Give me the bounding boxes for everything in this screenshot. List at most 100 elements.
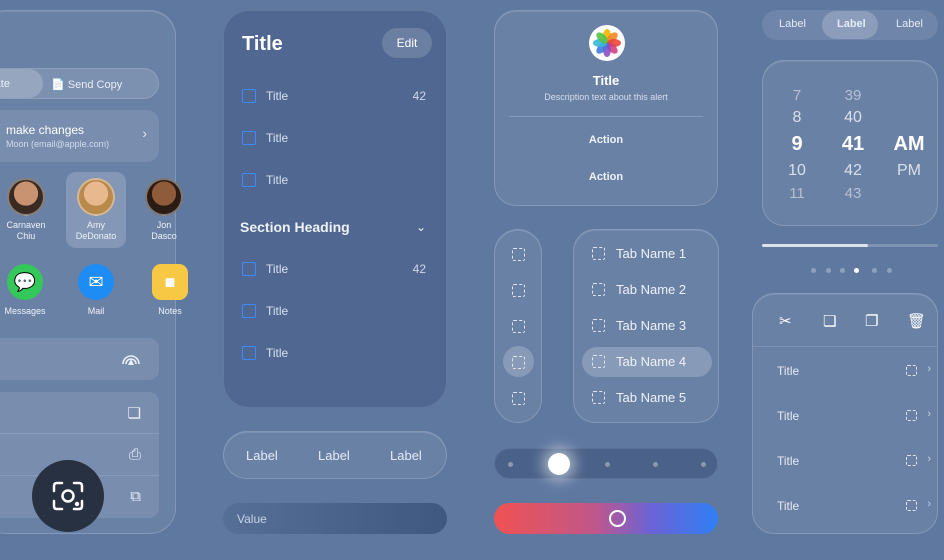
list-item-label: Title	[266, 173, 289, 187]
collaboration-row[interactable]: make changes Moon (email@apple.com) ›	[0, 110, 159, 162]
tab-1[interactable]: Tab Name 1	[582, 239, 712, 269]
slider-thumb[interactable]	[548, 453, 570, 475]
segment-label-1[interactable]: Label	[779, 18, 806, 30]
segment-label-1[interactable]: Label	[246, 448, 278, 463]
checkbox[interactable]	[242, 346, 256, 360]
list-item-count: 42	[412, 262, 426, 276]
person-jon[interactable]: Jon Dasco	[134, 172, 194, 248]
minute-value: 39	[844, 87, 862, 104]
section-heading[interactable]: Section Heading	[240, 219, 350, 235]
checkbox[interactable]	[242, 173, 256, 187]
slider-step-dot	[701, 462, 706, 467]
chevron-down-icon[interactable]: ⌄	[416, 220, 426, 234]
tab-5[interactable]: Tab Name 5	[582, 383, 712, 413]
list-item[interactable]: Title	[242, 128, 432, 148]
collaborate-segment-label: rate	[0, 78, 10, 90]
list-item-count: 42	[412, 89, 426, 103]
avatar	[7, 178, 45, 216]
top-segmented-control: Label Label Label	[762, 10, 938, 40]
copy-icon: ❏	[127, 405, 141, 422]
placeholder-icon	[592, 247, 605, 260]
placeholder-icon	[906, 455, 917, 466]
page-dot[interactable]	[826, 268, 831, 273]
value-placeholder: Value	[237, 512, 267, 526]
value-field[interactable]: Value	[223, 503, 447, 534]
google-lens-button[interactable]	[32, 460, 104, 532]
segment-label-2[interactable]: Label	[318, 448, 350, 463]
app-name: Notes	[158, 306, 182, 316]
checkbox[interactable]	[242, 262, 256, 276]
menu-row-label: Title	[777, 499, 800, 513]
placeholder-icon	[592, 283, 605, 296]
copy-action[interactable]: ❏	[0, 392, 159, 434]
alert-action-button-2[interactable]: Action	[495, 171, 717, 183]
airdrop-row[interactable]	[0, 338, 159, 380]
page-dot[interactable]	[887, 268, 892, 273]
placeholder-icon[interactable]	[512, 356, 525, 369]
placeholder-icon	[906, 500, 917, 511]
document-icon: 📄	[51, 79, 65, 91]
alert-description: Description text about this alert	[544, 92, 668, 102]
notes-icon: ■	[152, 264, 188, 300]
alert-action-button-1[interactable]: Action	[495, 134, 717, 146]
page-dot[interactable]	[840, 268, 845, 273]
scissors-icon[interactable]: ✂	[779, 312, 792, 330]
menu-row[interactable]: Title ›	[753, 485, 937, 529]
send-copy-segment[interactable]: 📄 Send Copy	[51, 78, 122, 91]
divider	[753, 346, 937, 347]
print-icon: ⎙	[128, 446, 141, 463]
chevron-right-icon: ›	[142, 125, 147, 141]
edit-menu: ✂ ❏ ❐ 🗑 Title › Title › Title › Title ›	[752, 293, 938, 534]
placeholder-icon[interactable]	[512, 248, 525, 261]
tab-3[interactable]: Tab Name 3	[582, 311, 712, 341]
page-dot-active[interactable]	[854, 268, 859, 273]
menu-row[interactable]: Title ›	[753, 395, 937, 439]
tab-label: Tab Name 4	[616, 354, 687, 369]
edit-button[interactable]: Edit	[382, 28, 432, 58]
list-item-label: Title	[266, 262, 289, 276]
segment-label-3[interactable]: Label	[390, 448, 422, 463]
list-title: Title	[242, 33, 283, 55]
trash-icon[interactable]: 🗑	[907, 312, 926, 330]
color-slider-thumb[interactable]	[609, 510, 626, 527]
chevron-right-icon: ›	[927, 363, 931, 375]
tab-2[interactable]: Tab Name 2	[582, 275, 712, 305]
placeholder-icon[interactable]	[512, 284, 525, 297]
color-slider[interactable]	[494, 503, 718, 534]
menu-row[interactable]: Title ›	[753, 350, 937, 394]
menu-row[interactable]: Title ›	[753, 440, 937, 484]
messages-icon: 💬	[7, 264, 43, 300]
progress-bar	[762, 244, 938, 247]
segment-label-3[interactable]: Label	[896, 18, 923, 30]
copy-icon[interactable]: ❏	[823, 312, 836, 330]
minute-value: 40	[844, 109, 862, 126]
selected-period: AM	[893, 133, 925, 155]
placeholder-icon[interactable]	[512, 392, 525, 405]
paste-icon[interactable]: ❐	[865, 312, 878, 330]
app-mail[interactable]: ✉ Mail	[71, 264, 121, 316]
list-item[interactable]: Title	[242, 301, 432, 321]
checkbox[interactable]	[242, 89, 256, 103]
checkbox[interactable]	[242, 131, 256, 145]
list-item[interactable]: Title 42	[242, 259, 432, 279]
page-dot[interactable]	[872, 268, 877, 273]
avatar	[145, 178, 183, 216]
placeholder-icon[interactable]	[512, 320, 525, 333]
app-name: Messages	[4, 306, 46, 316]
photos-app-icon	[589, 25, 625, 61]
list-item[interactable]: Title	[242, 170, 432, 190]
person-carnaven[interactable]: Carnaven Chiu	[0, 172, 56, 248]
segment-label-2[interactable]: Label	[837, 18, 866, 30]
list-item-label: Title	[266, 346, 289, 360]
chevron-right-icon: ›	[927, 453, 931, 465]
page-dot[interactable]	[811, 268, 816, 273]
person-amy[interactable]: Amy DeDonato	[66, 172, 126, 248]
app-notes[interactable]: ■ Notes	[145, 264, 195, 316]
tab-4[interactable]: Tab Name 4	[582, 347, 712, 377]
app-messages[interactable]: 💬 Messages	[0, 264, 50, 316]
checkbox[interactable]	[242, 304, 256, 318]
list-item[interactable]: Title	[242, 343, 432, 363]
step-slider[interactable]	[494, 448, 718, 479]
time-picker[interactable]: 7 8 9 10 11 39 40 41 42 43 AM PM	[762, 60, 938, 226]
list-item[interactable]: Title 42	[242, 86, 432, 106]
